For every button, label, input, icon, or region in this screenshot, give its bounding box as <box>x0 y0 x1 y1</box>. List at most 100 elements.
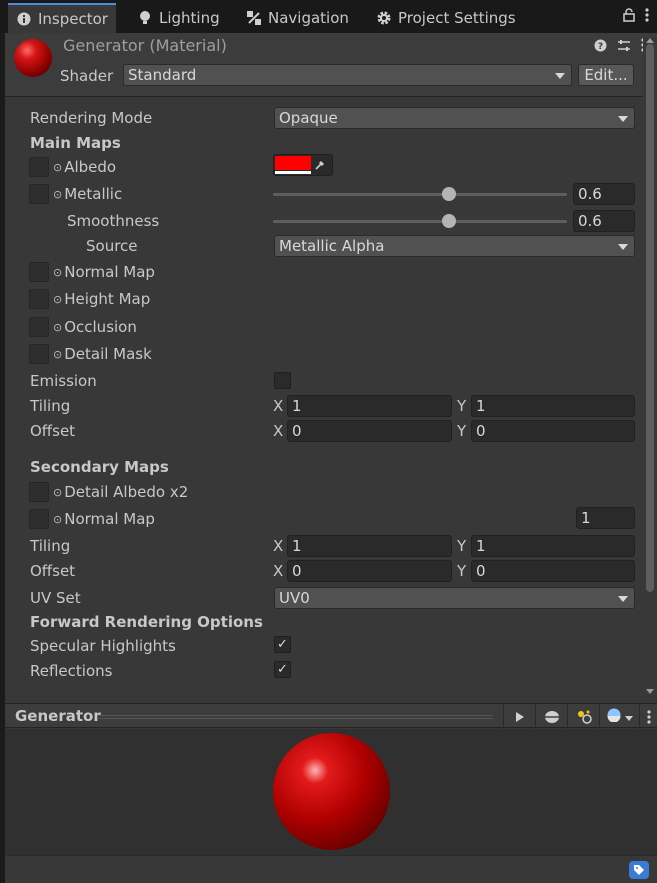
texture-link-icon: ⊙ <box>53 187 63 201</box>
smoothness-label: Smoothness <box>67 212 160 230</box>
texture-link-icon: ⊙ <box>53 485 63 499</box>
secondary-offset-label: Offset <box>30 562 76 580</box>
secondary-offset-y-field[interactable]: 0 <box>471 560 635 582</box>
source-value: Metallic Alpha <box>279 237 385 255</box>
tab-label: Inspector <box>38 10 108 28</box>
rendering-mode-label: Rendering Mode <box>30 109 153 127</box>
tiling-x-field[interactable]: 1 <box>287 395 452 417</box>
shader-value: Standard <box>128 66 197 84</box>
secondary-tiling-y-field[interactable]: 1 <box>471 535 635 557</box>
eyedropper-icon[interactable] <box>311 157 329 173</box>
source-dropdown[interactable]: Metallic Alpha <box>274 235 635 257</box>
more-options-icon[interactable] <box>645 8 649 26</box>
tab-navigation[interactable]: Navigation <box>238 3 357 33</box>
texture-link-icon: ⊙ <box>53 292 63 306</box>
detail-albedo-texture-slot[interactable] <box>29 482 49 502</box>
height-map-label: ⊙ Height Map <box>53 290 150 308</box>
navigation-icon <box>246 10 262 26</box>
secondary-normal-map-texture-slot[interactable] <box>29 509 49 529</box>
play-icon[interactable] <box>503 704 535 729</box>
help-icon[interactable]: ? <box>594 39 607 56</box>
offset-x-axis-label: X <box>273 422 284 440</box>
material-preview-area[interactable] <box>5 729 657 855</box>
occlusion-text: Occlusion <box>64 318 137 336</box>
more-options-icon[interactable] <box>639 704 657 729</box>
tiling-y-axis-label: Y <box>457 397 467 415</box>
main-maps-heading: Main Maps <box>30 134 121 152</box>
reflections-checkbox[interactable]: ✓ <box>274 661 291 678</box>
height-map-texture-slot[interactable] <box>29 289 49 309</box>
secondary-tiling-x-field[interactable]: 1 <box>287 535 452 557</box>
asset-label-icon[interactable] <box>629 861 649 879</box>
presets-icon[interactable] <box>617 39 631 56</box>
tiling-y-field[interactable]: 1 <box>471 395 635 417</box>
preview-lights-icon[interactable] <box>567 704 599 729</box>
metallic-slider-knob[interactable] <box>442 187 457 201</box>
shader-dropdown[interactable]: Standard <box>123 64 572 86</box>
metallic-slider-track[interactable] <box>273 193 567 196</box>
vertical-scrollbar[interactable] <box>643 38 657 698</box>
albedo-color-field[interactable] <box>273 154 333 176</box>
occlusion-label: ⊙ Occlusion <box>53 318 137 336</box>
sky-sphere-icon <box>606 708 622 726</box>
header-icons: ? <box>594 38 645 56</box>
preview-shape-icon[interactable] <box>535 704 567 729</box>
smoothness-slider-track[interactable] <box>273 220 567 223</box>
emission-checkbox[interactable] <box>274 372 291 389</box>
detail-mask-text: Detail Mask <box>64 345 152 363</box>
tiling-label: Tiling <box>30 397 71 415</box>
rendering-mode-dropdown[interactable]: Opaque <box>274 107 635 129</box>
texture-link-icon: ⊙ <box>53 347 63 361</box>
material-properties: Rendering Mode Opaque Main Maps ⊙ Albedo… <box>5 98 641 700</box>
secondary-normal-scale-field[interactable]: 1 <box>576 507 635 529</box>
secondary-normal-map-label: ⊙ Normal Map <box>53 510 155 528</box>
secondary-tiling-label: Tiling <box>30 537 71 555</box>
preview-toolbar[interactable]: Generator <box>5 703 657 729</box>
edit-shader-button[interactable]: Edit... <box>578 64 634 86</box>
material-preview-sphere[interactable] <box>273 733 390 850</box>
secondary-tiling-x-axis-label: X <box>273 537 284 555</box>
material-title: Generator (Material) <box>63 36 227 55</box>
secondary-offset-y-axis-label: Y <box>457 562 467 580</box>
gear-icon <box>376 10 392 26</box>
scroll-down-icon[interactable] <box>646 689 654 694</box>
detail-mask-texture-slot[interactable] <box>29 344 49 364</box>
metallic-value-field[interactable]: 0.6 <box>573 183 635 205</box>
material-header: Generator (Material) ? Shader Standard E… <box>5 33 657 97</box>
secondary-offset-x-field[interactable]: 0 <box>287 560 452 582</box>
svg-text:?: ? <box>598 42 603 52</box>
scroll-up-icon[interactable] <box>646 38 654 43</box>
forward-rendering-heading: Forward Rendering Options <box>30 613 263 631</box>
occlusion-texture-slot[interactable] <box>29 317 49 337</box>
tab-inspector[interactable]: Inspector <box>8 3 116 33</box>
tab-lighting[interactable]: Lighting <box>129 3 228 33</box>
secondary-tiling-y-axis-label: Y <box>457 537 467 555</box>
chevron-down-icon <box>625 709 633 725</box>
albedo-texture-slot[interactable] <box>29 157 49 177</box>
offset-y-field[interactable]: 0 <box>471 420 635 442</box>
info-icon <box>16 11 32 27</box>
tab-bar-controls <box>623 8 649 26</box>
offset-y-axis-label: Y <box>457 422 467 440</box>
scrollbar-thumb[interactable] <box>646 44 654 592</box>
preview-resize-grip[interactable] <box>97 715 493 719</box>
normal-map-texture-slot[interactable] <box>29 262 49 282</box>
offset-x-field[interactable]: 0 <box>287 420 452 442</box>
preview-tools <box>503 704 657 729</box>
preview-background-dropdown[interactable] <box>599 704 639 729</box>
material-thumbnail <box>14 39 52 77</box>
normal-map-label: ⊙ Normal Map <box>53 263 155 281</box>
tab-project-settings[interactable]: Project Settings <box>368 3 524 33</box>
detail-mask-label: ⊙ Detail Mask <box>53 345 152 363</box>
specular-highlights-checkbox[interactable]: ✓ <box>274 636 291 653</box>
uv-set-dropdown[interactable]: UV0 <box>274 587 635 609</box>
tab-label: Navigation <box>268 9 349 27</box>
lock-icon[interactable] <box>623 8 635 26</box>
tab-label: Lighting <box>159 9 220 27</box>
metallic-text: Metallic <box>64 185 123 203</box>
emission-label: Emission <box>30 372 97 390</box>
smoothness-slider-knob[interactable] <box>442 214 457 228</box>
smoothness-value-field[interactable]: 0.6 <box>573 210 635 232</box>
chevron-down-icon <box>555 73 565 79</box>
metallic-texture-slot[interactable] <box>29 184 49 204</box>
